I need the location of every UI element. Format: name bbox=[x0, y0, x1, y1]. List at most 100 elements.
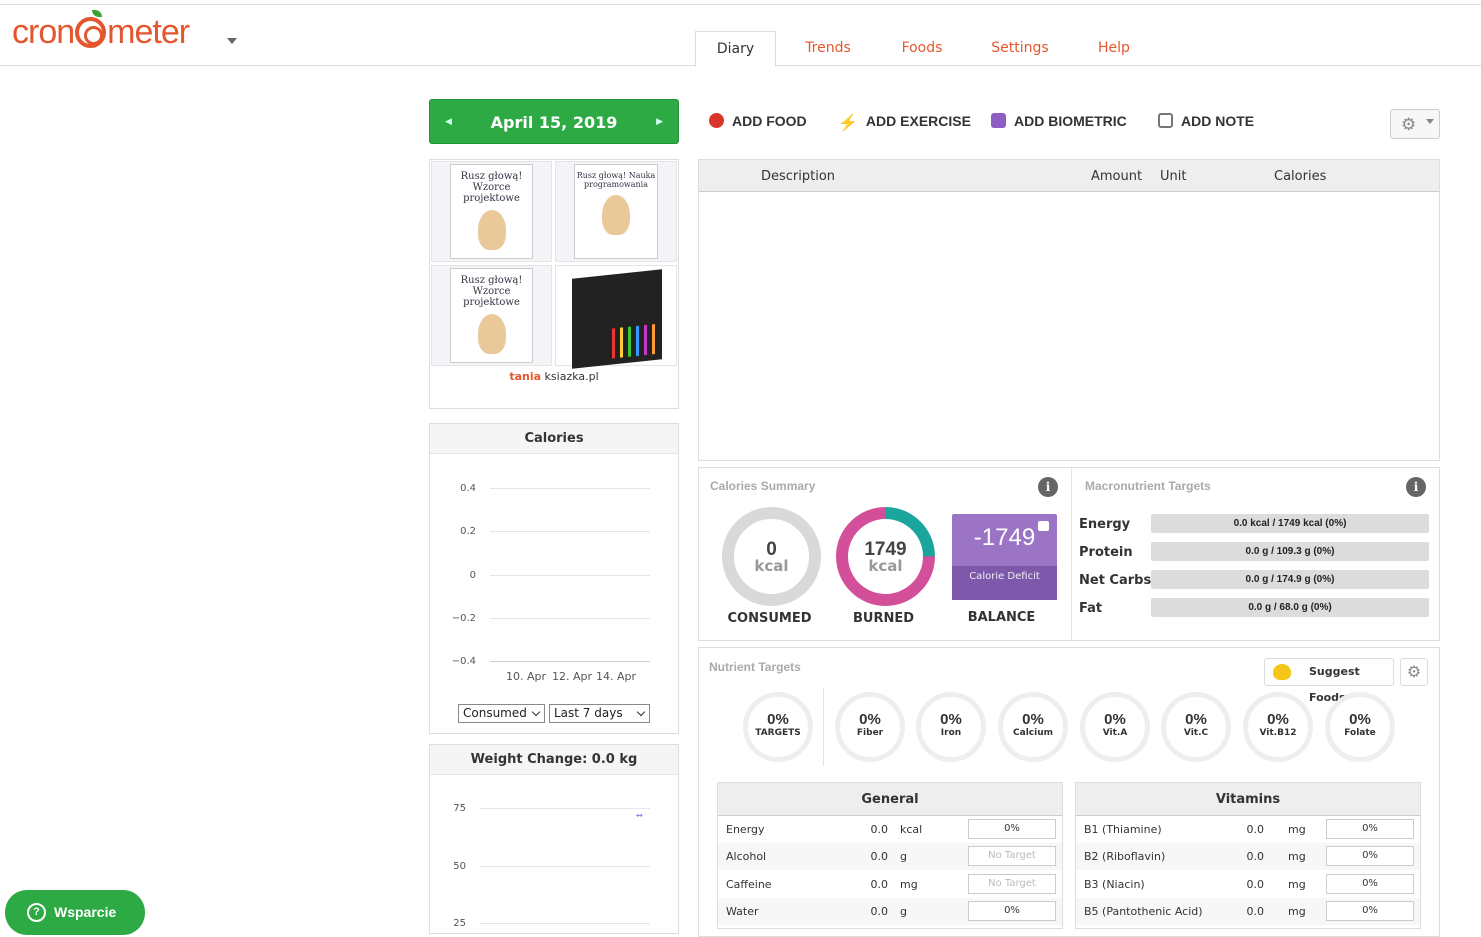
cronometer-logo[interactable]: cron meter bbox=[12, 12, 190, 52]
calories-summary-title: Calories Summary bbox=[710, 479, 816, 493]
macro-bar-net-carbs[interactable]: 0.0 g / 174.9 g (0%) bbox=[1151, 570, 1429, 589]
table-row[interactable]: Caffeine 0.0 mg No Target bbox=[718, 871, 1062, 898]
tab-trends[interactable]: Trends bbox=[787, 31, 869, 66]
ad-book-2[interactable]: Rusz głową! Nauka programowania bbox=[555, 161, 677, 262]
add-note-button[interactable]: ADD NOTE bbox=[1158, 113, 1254, 129]
consumed-label: CONSUMED bbox=[727, 611, 812, 626]
book-cover-figure bbox=[477, 314, 506, 354]
gridline bbox=[490, 488, 650, 489]
y-tick: 0.4 bbox=[460, 483, 476, 494]
y-tick: 50 bbox=[453, 861, 466, 872]
y-tick: 75 bbox=[453, 803, 466, 814]
vitamins-table: Vitamins B1 (Thiamine) 0.0 mg 0% B2 (Ribofl… bbox=[1075, 782, 1421, 929]
table-row[interactable]: Water 0.0 g 0% bbox=[718, 898, 1062, 925]
book-cover-figure bbox=[602, 195, 630, 235]
col-amount: Amount bbox=[1091, 169, 1143, 184]
ad-book-3[interactable]: Rusz głową! Wzorce projektowe bbox=[431, 265, 552, 366]
balance-sub: Calorie Deficit bbox=[952, 566, 1057, 600]
table-row[interactable]: B3 (Niacin) 0.0 mg 0% bbox=[1076, 871, 1420, 898]
book-cover-figure bbox=[477, 210, 506, 250]
info-icon[interactable]: i bbox=[1406, 477, 1426, 497]
tab-foods[interactable]: Foods bbox=[887, 31, 957, 66]
burned-label: BURNED bbox=[852, 611, 915, 626]
target-circle-vita[interactable]: 0% Vit.A bbox=[1080, 692, 1150, 762]
macro-bar-protein[interactable]: 0.0 g / 109.3 g (0%) bbox=[1151, 542, 1429, 561]
bag-icon bbox=[991, 113, 1006, 128]
gridline bbox=[490, 575, 650, 576]
question-icon: ? bbox=[27, 903, 46, 922]
table-row[interactable]: B1 (Thiamine) 0.0 mg 0% bbox=[1076, 816, 1420, 843]
gridline bbox=[490, 618, 650, 619]
target-circle-fiber[interactable]: 0% Fiber bbox=[835, 692, 905, 762]
date-navigator: ◀ April 15, 2019 ▶ bbox=[429, 99, 679, 144]
target-circle-vitc[interactable]: 0% Vit.C bbox=[1161, 692, 1231, 762]
table-row[interactable]: B2 (Riboflavin) 0.0 mg 0% bbox=[1076, 843, 1420, 870]
table-row[interactable]: B5 (Pantothenic Acid) 0.0 mg 0% bbox=[1076, 898, 1420, 925]
prev-day-arrow-icon[interactable]: ◀ bbox=[445, 100, 452, 145]
diary-table-header: Description Amount Unit Calories bbox=[699, 160, 1439, 192]
x-axis bbox=[490, 661, 650, 662]
x-tick: 14. Apr bbox=[596, 670, 637, 683]
suggest-foods-button[interactable]: Suggest Foods bbox=[1264, 658, 1394, 704]
target-icon bbox=[75, 17, 107, 48]
info-icon[interactable]: i bbox=[1038, 477, 1058, 497]
caret-down-icon bbox=[1426, 119, 1434, 124]
date-label[interactable]: April 15, 2019 bbox=[491, 113, 618, 132]
lightbulb-icon bbox=[1273, 664, 1291, 680]
table-row[interactable]: Energy 0.0 kcal 0% bbox=[718, 816, 1062, 843]
gridline bbox=[490, 531, 650, 532]
nutrient-targets-title: Nutrient Targets bbox=[709, 660, 801, 674]
diary-table: Description Amount Unit Calories bbox=[698, 159, 1440, 461]
x-tick: 12. Apr bbox=[552, 670, 593, 683]
macro-label-fat: Fat bbox=[1079, 601, 1103, 616]
bag-icon bbox=[1038, 521, 1049, 531]
macro-targets-title: Macronutrient Targets bbox=[1085, 479, 1211, 493]
divider bbox=[1071, 468, 1072, 640]
y-tick: 0.2 bbox=[460, 526, 476, 537]
weight-chart-title: Weight Change: 0.0 kg bbox=[430, 745, 678, 775]
macro-bar-energy[interactable]: 0.0 kcal / 1749 kcal (0%) bbox=[1151, 514, 1429, 533]
diary-settings-button[interactable]: ⚙ bbox=[1390, 109, 1440, 139]
ad-brand-logo[interactable]: tania ksiazka.pl bbox=[430, 370, 678, 383]
advertisement[interactable]: ▷ ✕ Rusz głową! Wzorce projektowe Rusz g… bbox=[429, 159, 679, 409]
target-circle-calcium[interactable]: 0% Calcium bbox=[998, 692, 1068, 762]
macro-label-protein: Protein bbox=[1079, 545, 1133, 560]
metric-select[interactable]: Consumed bbox=[458, 704, 545, 723]
ad-book-set[interactable] bbox=[555, 265, 677, 369]
y-tick: 25 bbox=[453, 918, 466, 929]
add-biometric-button[interactable]: ADD BIOMETRIC bbox=[991, 113, 1127, 129]
runner-icon: ⚡ bbox=[838, 115, 858, 132]
apple-icon bbox=[709, 113, 724, 128]
target-circle-iron[interactable]: 0% Iron bbox=[916, 692, 986, 762]
y-tick: −0.2 bbox=[451, 613, 476, 624]
target-circle-folate[interactable]: 0% Folate bbox=[1325, 692, 1395, 762]
tab-diary[interactable]: Diary bbox=[695, 31, 776, 67]
balance-label: BALANCE bbox=[967, 610, 1036, 625]
general-table: General Energy 0.0 kcal 0% Alcohol 0.0 g No Ta… bbox=[717, 782, 1063, 929]
target-circle-targets[interactable]: 0% TARGETS bbox=[743, 692, 813, 762]
col-unit: Unit bbox=[1160, 169, 1187, 184]
next-day-arrow-icon[interactable]: ▶ bbox=[656, 100, 663, 145]
weight-chart-panel: Weight Change: 0.0 kg 75 50 25 ↔ bbox=[429, 744, 679, 934]
add-food-button[interactable]: ADD FOOD bbox=[709, 113, 807, 129]
nutrient-settings-gear-icon[interactable]: ⚙ bbox=[1400, 658, 1428, 686]
gridline bbox=[480, 808, 650, 809]
data-point-marker: ↔ bbox=[636, 811, 643, 820]
balance-box: -1749 Calorie Deficit bbox=[952, 514, 1057, 600]
support-button[interactable]: ? Wsparcie bbox=[5, 890, 145, 935]
tab-settings[interactable]: Settings bbox=[977, 31, 1063, 66]
consumed-unit: kcal bbox=[754, 557, 789, 575]
range-select[interactable]: Last 7 days bbox=[549, 704, 650, 723]
burned-unit: kcal bbox=[868, 557, 903, 575]
chevron-down-icon[interactable] bbox=[227, 38, 237, 44]
gridline bbox=[480, 923, 650, 924]
calories-chart-panel: Calories 0.4 0.2 0 −0.2 −0.4 10. Apr 12.… bbox=[429, 423, 679, 734]
book-box-icon bbox=[572, 269, 662, 369]
add-exercise-button[interactable]: ⚡ ADD EXERCISE bbox=[838, 113, 971, 132]
target-circle-vitb12[interactable]: 0% Vit.B12 bbox=[1243, 692, 1313, 762]
macro-bar-fat[interactable]: 0.0 g / 68.0 g (0%) bbox=[1151, 598, 1429, 617]
ad-book-1[interactable]: Rusz głową! Wzorce projektowe bbox=[431, 161, 552, 262]
divider bbox=[823, 688, 824, 766]
table-row[interactable]: Alcohol 0.0 g No Target bbox=[718, 843, 1062, 870]
tab-help[interactable]: Help bbox=[1085, 31, 1143, 66]
